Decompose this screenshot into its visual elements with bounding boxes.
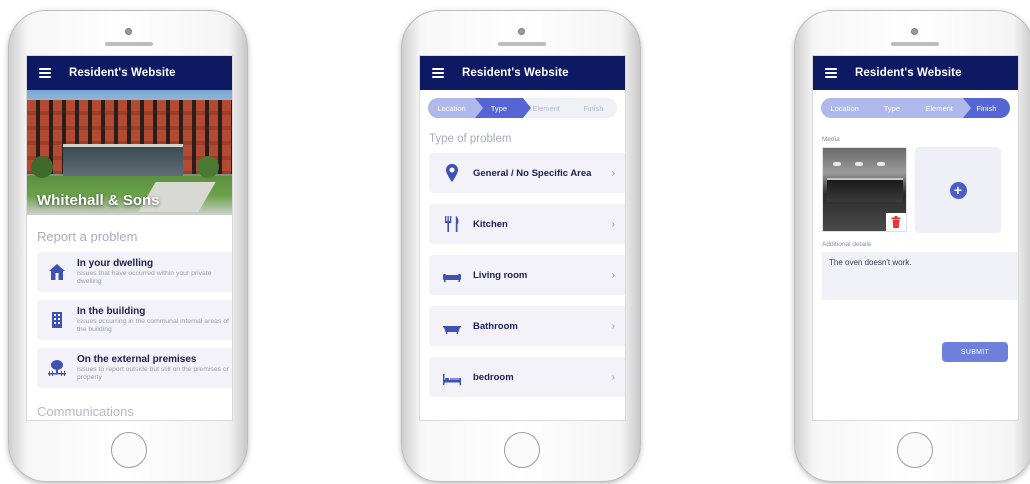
app-title: Resident's Website: [855, 67, 962, 79]
report-item-building[interactable]: In the building Issues occurring in the …: [37, 300, 232, 340]
report-item-desc: Issues occurring in the communal interna…: [77, 318, 229, 333]
location-pin-icon: [446, 164, 458, 182]
hamburger-menu-icon[interactable]: [825, 68, 837, 78]
chevron-right-icon: ›: [611, 320, 615, 332]
media-row: +: [813, 143, 1018, 233]
screen-type: Resident's Website Location Type Element…: [419, 55, 626, 421]
hamburger-menu-icon[interactable]: [432, 68, 444, 78]
bed-icon: [443, 374, 461, 385]
camera: [911, 28, 918, 35]
report-item-title: In your dwelling: [77, 258, 154, 269]
plus-icon: +: [949, 181, 967, 199]
progress-stepper: Location Type Element Finish: [821, 98, 1010, 118]
hamburger-menu-icon[interactable]: [39, 68, 51, 78]
home-button[interactable]: [111, 432, 147, 468]
app-bar: Resident's Website: [27, 56, 232, 90]
sofa-icon: [443, 274, 461, 282]
phone-frame-finish: Resident's Website Location Type Element…: [794, 10, 1030, 482]
report-item-desc: Issues to report outside but still on th…: [77, 366, 229, 381]
type-item-kitchen[interactable]: Kitchen ›: [429, 204, 625, 244]
report-item-title: In the building: [77, 306, 146, 317]
communications-title: Communications: [37, 404, 134, 419]
type-item-living-room[interactable]: Living room ›: [429, 255, 625, 295]
oven-photo[interactable]: [822, 147, 907, 232]
report-item-desc: Issues that have occurred within your pr…: [77, 270, 212, 285]
app-title: Resident's Website: [462, 67, 569, 79]
app-bar: Resident's Website: [813, 56, 1018, 90]
submit-button[interactable]: SUBMIT: [942, 342, 1008, 362]
type-item-label: General / No Specific Area: [473, 167, 592, 179]
type-item-label: Bathroom: [473, 320, 518, 332]
chevron-right-icon: ›: [611, 371, 615, 383]
speaker: [891, 42, 939, 46]
type-item-label: Living room: [473, 269, 528, 281]
building-icon: [52, 312, 62, 328]
camera: [518, 28, 525, 35]
step-location[interactable]: Location: [821, 98, 877, 118]
report-item-title: On the external premises: [77, 354, 197, 365]
report-item-external[interactable]: On the external premises Issues to repor…: [37, 348, 232, 388]
chevron-right-icon: ›: [611, 218, 615, 230]
tree-fence-icon: [48, 360, 66, 376]
hero-title: Whitehall & Sons: [37, 192, 160, 209]
hero-image: Whitehall & Sons: [27, 90, 232, 215]
report-item-dwelling[interactable]: In your dwelling Issues that have occurr…: [37, 252, 232, 292]
fork-knife-icon: [445, 216, 459, 232]
delete-photo-button[interactable]: [886, 213, 906, 231]
type-item-label: Kitchen: [473, 218, 508, 230]
home-button[interactable]: [897, 432, 933, 468]
camera: [125, 28, 132, 35]
phone-frame-home: Resident's Website Whitehall & Sons Repo…: [8, 10, 248, 482]
type-item-bedroom[interactable]: bedroom ›: [429, 357, 625, 397]
details-textarea[interactable]: The oven doesn't work.: [822, 252, 1018, 300]
screen-finish: Resident's Website Location Type Element…: [812, 55, 1019, 421]
progress-stepper: Location Type Element Finish: [428, 98, 617, 118]
app-title: Resident's Website: [69, 67, 176, 79]
type-item-label: bedroom: [473, 371, 514, 383]
home-button[interactable]: [504, 432, 540, 468]
phone-frame-type: Resident's Website Location Type Element…: [401, 10, 641, 482]
bathtub-icon: [443, 326, 461, 334]
details-label: Additional details: [822, 241, 872, 248]
speaker: [105, 42, 153, 46]
report-title: Report a problem: [37, 229, 138, 244]
screen-home: Resident's Website Whitehall & Sons Repo…: [26, 55, 233, 421]
add-media-button[interactable]: +: [915, 147, 1001, 233]
type-item-bathroom[interactable]: Bathroom ›: [429, 306, 625, 346]
house-icon: [49, 264, 65, 280]
chevron-right-icon: ›: [611, 269, 615, 281]
type-item-general[interactable]: General / No Specific Area ›: [429, 153, 625, 193]
app-bar: Resident's Website: [420, 56, 625, 90]
type-section-title: Type of problem: [429, 133, 512, 145]
media-label: Media: [822, 136, 840, 143]
chevron-right-icon: ›: [611, 167, 615, 179]
step-location[interactable]: Location: [428, 98, 484, 118]
speaker: [498, 42, 546, 46]
trash-icon: [891, 216, 901, 228]
